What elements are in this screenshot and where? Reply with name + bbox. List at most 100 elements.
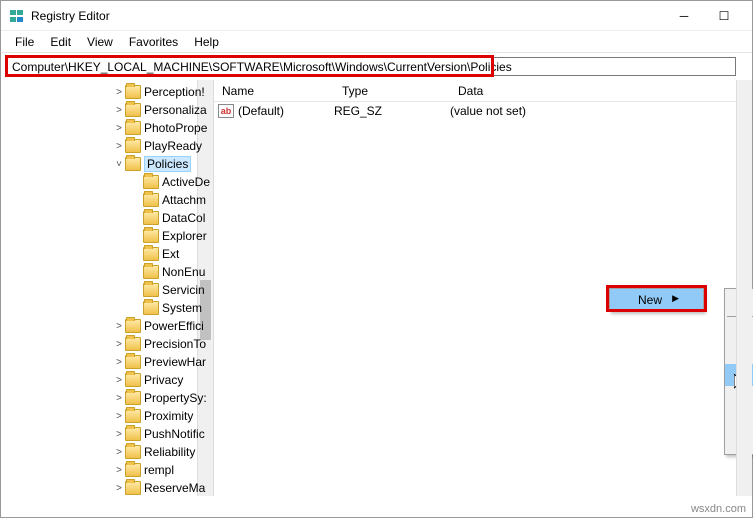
tree-item[interactable]: Explorer — [1, 226, 214, 244]
tree-item[interactable]: Ext — [1, 244, 214, 262]
tree-item[interactable]: > PrecisionTo — [1, 334, 214, 352]
folder-icon — [125, 337, 141, 351]
tree-item[interactable]: > Proximity — [1, 406, 214, 424]
folder-icon — [125, 121, 141, 135]
folder-icon — [125, 157, 141, 171]
tree-item-label: Perception! — [144, 85, 205, 99]
watermark: wsxdn.com — [691, 503, 746, 515]
tree-item-label: DataCol — [162, 211, 205, 225]
menu-bar: File Edit View Favorites Help — [1, 31, 752, 53]
folder-icon — [143, 193, 159, 207]
tree-item[interactable]: > Perception! — [1, 82, 214, 100]
chevron-icon[interactable]: > — [113, 411, 125, 422]
tree-item-label: Policies — [144, 156, 191, 172]
chevron-icon[interactable]: > — [113, 321, 125, 332]
folder-icon — [143, 229, 159, 243]
folder-icon — [125, 355, 141, 369]
tree-item-label: PrecisionTo — [144, 337, 206, 351]
tree-item[interactable]: > PlayReady — [1, 136, 214, 154]
menu-file[interactable]: File — [7, 33, 42, 51]
chevron-icon[interactable]: > — [113, 339, 125, 350]
folder-icon — [143, 247, 159, 261]
tree-item[interactable]: > rempl — [1, 460, 214, 478]
tree-item-label: ReserveMa — [144, 481, 205, 495]
chevron-icon[interactable]: > — [113, 483, 125, 494]
folder-icon — [125, 319, 141, 333]
col-data[interactable]: Data — [450, 84, 752, 98]
minimize-button[interactable]: ─ — [664, 2, 704, 30]
tree-item-label: ActiveDe — [162, 175, 210, 189]
folder-icon — [125, 427, 141, 441]
chevron-icon[interactable]: ˅ — [113, 159, 125, 170]
tree-item[interactable]: > Privacy — [1, 370, 214, 388]
tree-item[interactable]: DataCol — [1, 208, 214, 226]
tree-panel[interactable]: >Perception!>Personaliza>PhotoPrope>Play… — [1, 80, 214, 496]
tree-item-label: PhotoPrope — [144, 121, 207, 135]
chevron-icon[interactable]: > — [113, 429, 125, 440]
address-bar[interactable] — [7, 57, 736, 76]
tree-item[interactable]: NonEnu — [1, 262, 214, 280]
tree-item[interactable]: ˅ Policies — [1, 154, 214, 172]
list-scrollbar[interactable] — [736, 80, 752, 496]
folder-icon — [125, 409, 141, 423]
tree-item-label: PowerEffici — [144, 319, 204, 333]
app-icon — [9, 8, 25, 24]
tree-item[interactable]: Attachm — [1, 190, 214, 208]
chevron-icon[interactable]: > — [113, 393, 125, 404]
tree-item-label: Ext — [162, 247, 179, 261]
col-name[interactable]: Name — [214, 84, 334, 98]
chevron-icon[interactable]: > — [113, 375, 125, 386]
chevron-icon[interactable]: > — [113, 141, 125, 152]
tree-item[interactable]: Servicin — [1, 280, 214, 298]
folder-icon — [143, 175, 159, 189]
folder-icon — [143, 283, 159, 297]
menu-favorites[interactable]: Favorites — [121, 33, 186, 51]
folder-icon — [125, 139, 141, 153]
folder-icon — [143, 301, 159, 315]
tree-item[interactable]: ActiveDe — [1, 172, 214, 190]
tree-item[interactable]: > PropertySy: — [1, 388, 214, 406]
folder-icon — [125, 445, 141, 459]
tree-item[interactable]: > Reliability — [1, 442, 214, 460]
tree-item-label: PropertySy: — [144, 391, 207, 405]
tree-item[interactable]: > ReserveMa — [1, 478, 214, 496]
value-type: REG_SZ — [334, 104, 450, 118]
menu-help[interactable]: Help — [186, 33, 227, 51]
tree-item-label: Reliability — [144, 445, 195, 459]
folder-icon — [143, 211, 159, 225]
tree-item-label: rempl — [144, 463, 174, 477]
ctx-new[interactable]: New▶ — [610, 289, 703, 311]
folder-icon — [125, 481, 141, 495]
tree-item[interactable]: > PreviewHar — [1, 352, 214, 370]
menu-view[interactable]: View — [79, 33, 121, 51]
folder-icon — [125, 463, 141, 477]
tree-item[interactable]: >Personaliza — [1, 100, 214, 118]
tree-item[interactable]: > PhotoPrope — [1, 118, 214, 136]
chevron-icon[interactable]: > — [113, 465, 125, 476]
col-type[interactable]: Type — [334, 84, 450, 98]
chevron-icon[interactable]: > — [113, 87, 125, 98]
maximize-button[interactable]: ☐ — [704, 2, 744, 30]
folder-icon — [125, 85, 141, 99]
menu-edit[interactable]: Edit — [42, 33, 79, 51]
tree-item-label: Privacy — [144, 373, 183, 387]
string-icon: ab — [218, 104, 234, 118]
context-menu-new[interactable]: New▶ — [609, 288, 704, 312]
chevron-icon[interactable]: > — [113, 105, 125, 116]
tree-item-label: System — [162, 301, 202, 315]
tree-item-label: PlayReady — [144, 139, 202, 153]
chevron-icon[interactable]: > — [113, 357, 125, 368]
chevron-icon[interactable]: > — [113, 447, 125, 458]
tree-item-label: Proximity — [144, 409, 193, 423]
address-bar-wrap — [1, 53, 752, 80]
tree-item-label: Servicin — [162, 283, 205, 297]
tree-item[interactable]: >PushNotific — [1, 424, 214, 442]
tree-item[interactable]: System — [1, 298, 214, 316]
value-data: (value not set) — [450, 104, 752, 118]
value-name: (Default) — [238, 104, 284, 118]
tree-item[interactable]: > PowerEffici — [1, 316, 214, 334]
table-row[interactable]: ab (Default) REG_SZ (value not set) — [214, 102, 752, 120]
tree-item-label: PreviewHar — [144, 355, 206, 369]
chevron-icon[interactable]: > — [113, 123, 125, 134]
values-panel[interactable]: Name Type Data ab (Default) REG_SZ (value… — [214, 80, 752, 496]
